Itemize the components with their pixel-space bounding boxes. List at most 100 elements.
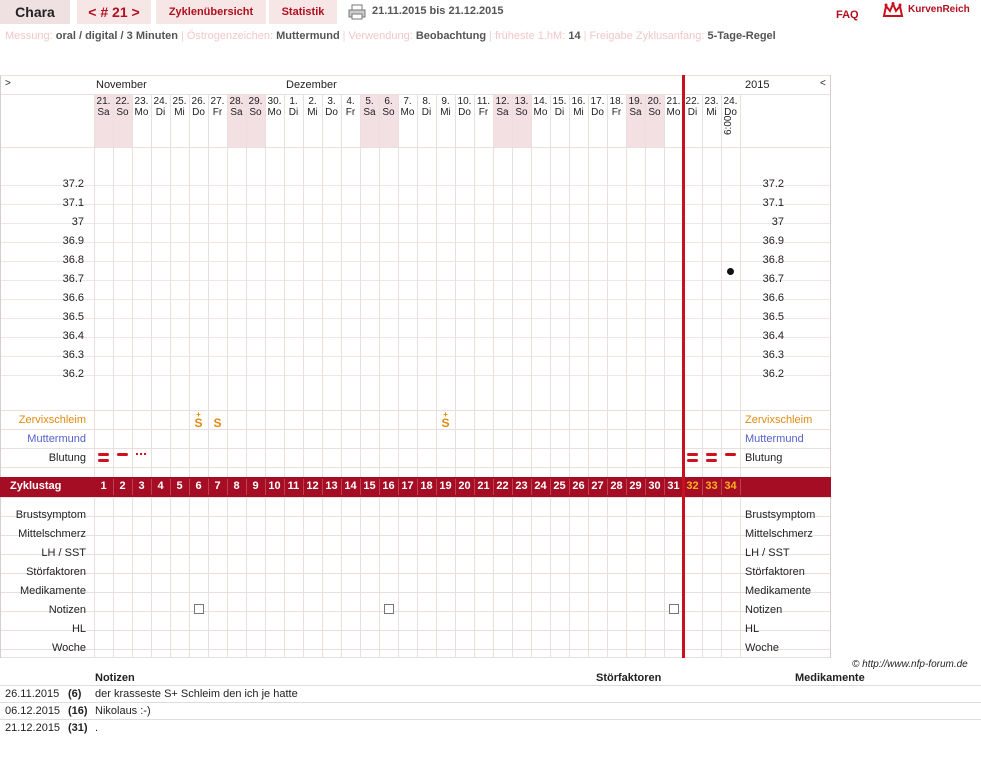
month-label: Dezember [286, 79, 337, 91]
temp-label-right: 36.3 [762, 349, 784, 361]
cycle-day-number: 24 [534, 480, 547, 492]
grid-vline [455, 94, 456, 658]
weekday: So [648, 107, 661, 118]
note-cycle-day: (31) [68, 722, 88, 734]
weekday: Do [325, 107, 338, 118]
kurvenreich-logo[interactable]: KurvenReich [880, 2, 980, 20]
day-number: 26. [191, 96, 206, 107]
cycle-day-number: 28 [610, 480, 623, 492]
temp-label-left: 36.6 [62, 292, 84, 304]
nav-right-arrow[interactable]: < [820, 78, 826, 89]
day-label: 21. Mo [664, 96, 683, 118]
setting-value: Muttermund [276, 30, 340, 42]
temp-label-left: 36.4 [62, 330, 84, 342]
day-label: 17. Do [588, 96, 607, 118]
temp-label-left: 36.5 [62, 311, 84, 323]
day-label: 25. Mi [170, 96, 189, 118]
note-icon[interactable] [669, 604, 679, 614]
cycle-navigator[interactable]: < # 21 > [77, 0, 151, 24]
grid-hline [0, 535, 831, 536]
statistics-link[interactable]: Statistik [269, 0, 337, 24]
settings-separator: | [180, 30, 184, 42]
bleeding-spotting [140, 453, 142, 455]
note-date: 26.11.2015 [5, 688, 60, 700]
day-label: 23. Mi [702, 96, 721, 118]
row-label-right-brust: Brustsymptom [745, 509, 816, 521]
day-number: 14. [533, 96, 548, 107]
settings-separator: | [342, 30, 346, 42]
weekday: So [515, 107, 528, 118]
grid-vline [379, 94, 380, 658]
weekday: Mo [533, 107, 548, 118]
day-label: 19. Sa [626, 96, 645, 118]
weekday: Di [155, 107, 166, 118]
grid-vline [740, 94, 741, 658]
temp-label-left: 37.2 [62, 178, 84, 190]
cycle-day-number: 11 [287, 480, 300, 492]
grid-vline [170, 94, 171, 658]
settings-separator: | [489, 30, 492, 42]
day-number: 21. [96, 96, 111, 107]
cycle-day-number: 10 [268, 480, 281, 492]
day-number: 19. [628, 96, 643, 107]
day-label: 12. Sa [493, 96, 512, 118]
cycle-day-number: 6 [195, 480, 202, 492]
grid-vline [664, 94, 665, 658]
grid-vline [341, 94, 342, 658]
nav-left-arrow[interactable]: > [5, 78, 11, 89]
row-label-right-medi: Medikamente [745, 585, 812, 597]
note-text: der krasseste S+ Schleim den ich je hatt… [95, 688, 298, 700]
row-label-left-lh: LH / SST [41, 547, 86, 559]
temp-label-right: 36.8 [762, 254, 784, 266]
grid-vline [189, 94, 190, 658]
temp-gridline [0, 185, 831, 186]
grid-hline [0, 448, 831, 449]
day-label: 18. Fr [607, 96, 626, 118]
grid-hline [0, 554, 831, 555]
day-number: 24. [723, 96, 738, 107]
grid-vline [607, 94, 608, 658]
setting-value: 14 [568, 30, 581, 42]
weekday: Do [192, 107, 205, 118]
time-label: 6:00 [723, 115, 734, 135]
grid-hline [0, 630, 831, 631]
row-label-left-mumu: Muttermund [27, 433, 86, 445]
temp-gridline [0, 280, 831, 281]
grid-hline [0, 592, 831, 593]
day-label: 26. Do [189, 96, 208, 118]
grid-vline [151, 94, 152, 658]
day-number: 13. [514, 96, 529, 107]
day-number: 30. [267, 96, 282, 107]
temp-gridline [0, 337, 831, 338]
print-icon[interactable] [348, 4, 366, 20]
cycle-overview-link[interactable]: Zyklenübersicht [156, 0, 266, 24]
weekday: Mi [573, 107, 584, 118]
day-label: 11. Fr [474, 96, 493, 118]
grid-vline [626, 94, 627, 658]
note-icon[interactable] [194, 604, 204, 614]
temp-label-right: 36.2 [762, 368, 784, 380]
zyklustag-row: Zyklustag 1 2 3 4 5 6 7 8 9 10 11 12 13 14 15 16 17 18 19 20… [0, 477, 831, 497]
temp-label-right: 37.2 [762, 178, 784, 190]
cycle-day-number: 12 [306, 480, 319, 492]
chart-lower-bg [0, 497, 831, 658]
bleeding-heavy [706, 459, 717, 462]
grid-vline [474, 94, 475, 658]
day-number: 12. [495, 96, 510, 107]
day-label: 7. Mo [398, 96, 417, 118]
bleeding-spotting [144, 453, 146, 455]
grid-hline [0, 94, 831, 95]
cycle-day-number: 16 [382, 480, 395, 492]
temp-gridline [0, 261, 831, 262]
grid-vline [246, 94, 247, 658]
grid-vline [322, 94, 323, 658]
faq-link[interactable]: FAQ [836, 9, 859, 21]
cycle-day-number: 20 [458, 480, 471, 492]
day-number: 18. [609, 96, 624, 107]
note-icon[interactable] [384, 604, 394, 614]
grid-vline [398, 94, 399, 658]
grid-vline [265, 94, 266, 658]
day-number: 21. [666, 96, 681, 107]
cycle-day-number: 25 [553, 480, 566, 492]
grid-vline [645, 94, 646, 658]
